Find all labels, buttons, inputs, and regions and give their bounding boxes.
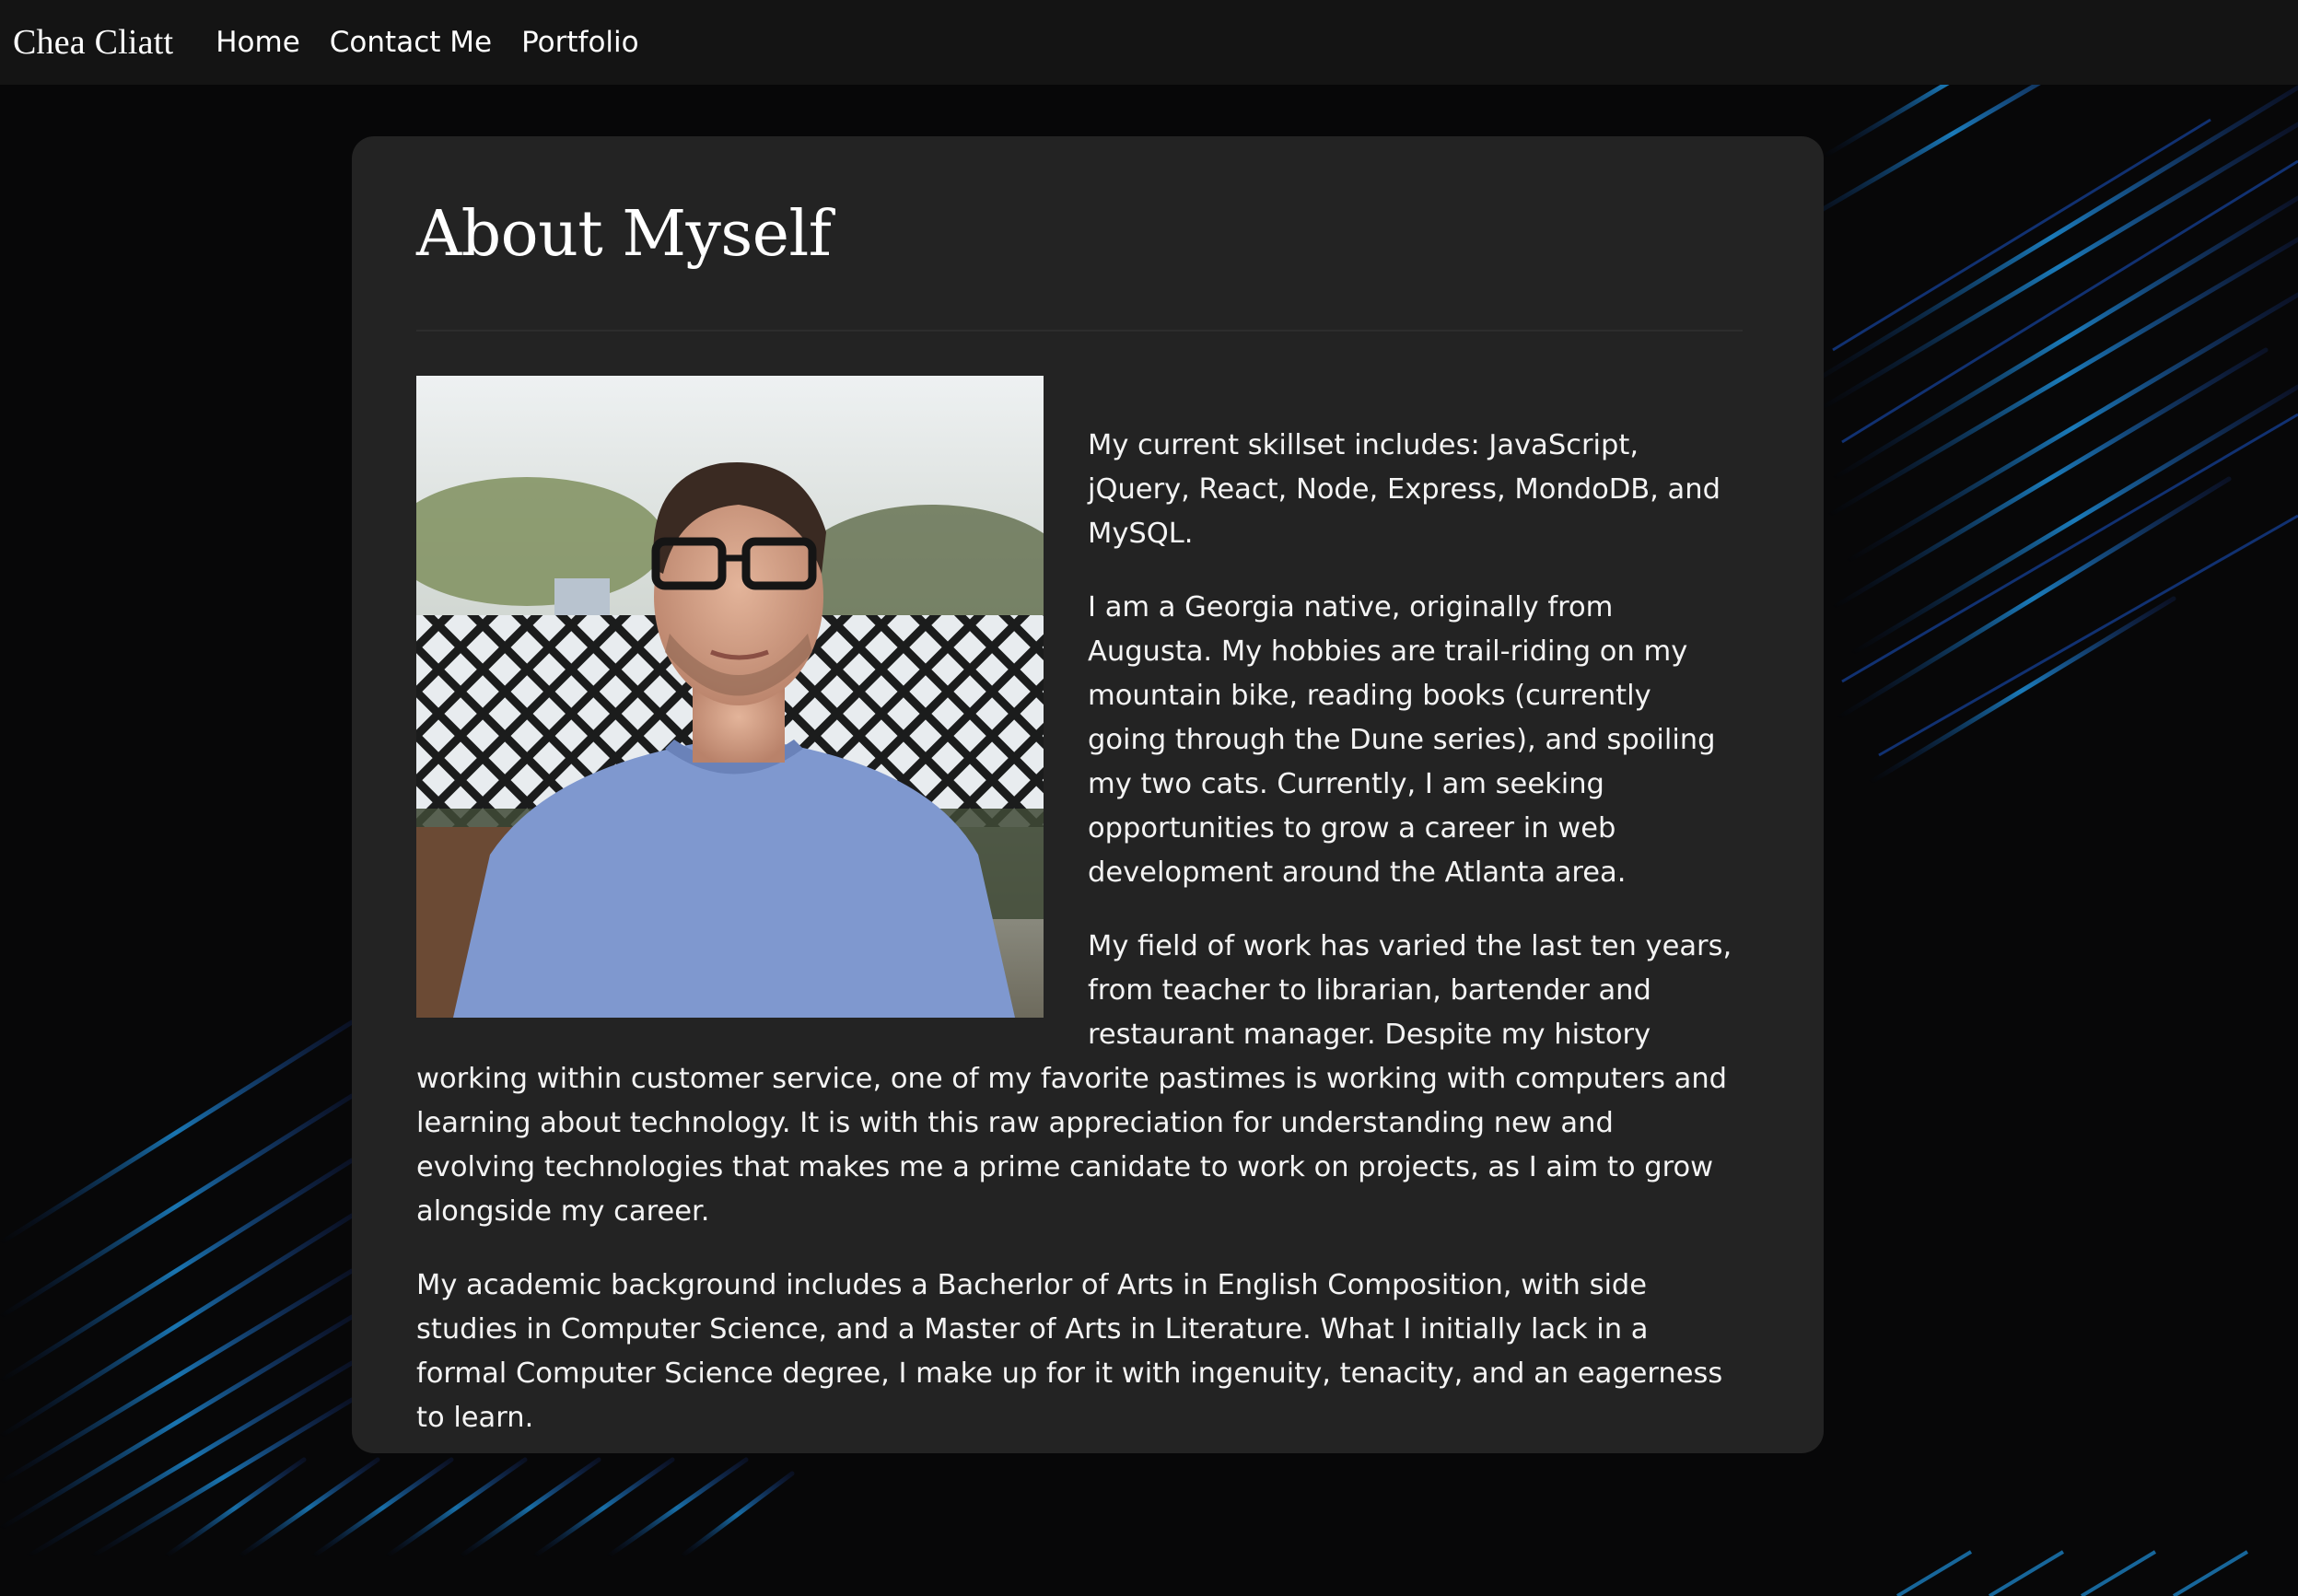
about-paragraph-academic: My academic background includes a Bacher… <box>416 1269 1723 1434</box>
profile-photo <box>416 376 1044 1018</box>
about-content: My current skillset includes: JavaScript… <box>416 376 1733 1470</box>
title-divider <box>416 330 1743 332</box>
brand-name[interactable]: Chea Cliatt <box>13 22 173 63</box>
page-title: About Myself <box>416 198 832 271</box>
about-card: About Myself My current skillset include… <box>352 136 1824 1453</box>
portrait-image <box>416 376 1044 1018</box>
nav-link-contact[interactable]: Contact Me <box>330 26 492 59</box>
nav-link-home[interactable]: Home <box>216 26 300 59</box>
nav-link-portfolio[interactable]: Portfolio <box>521 26 639 59</box>
top-navbar: Chea Cliatt Home Contact Me Portfolio <box>0 0 2298 85</box>
